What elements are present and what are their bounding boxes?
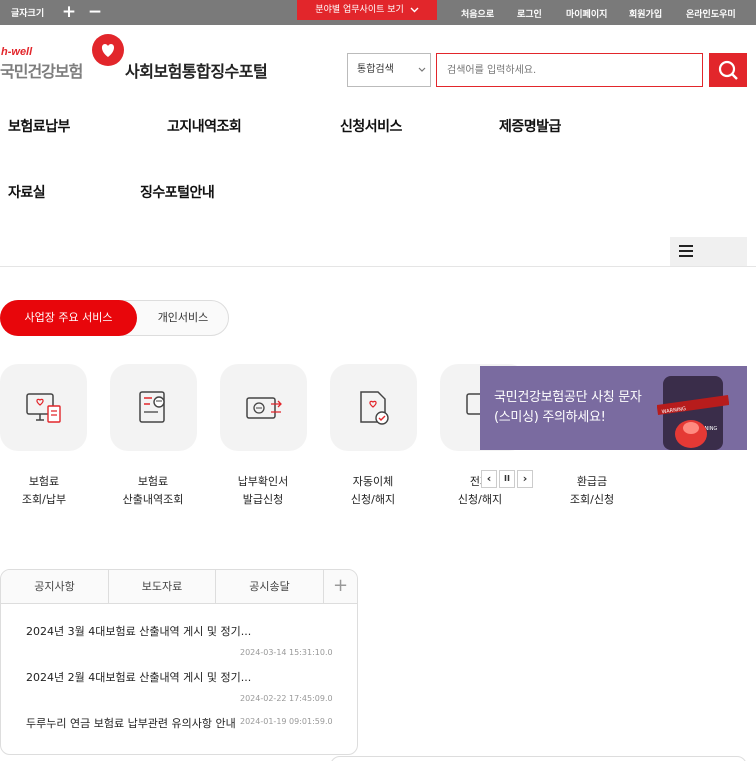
service-card-auto-transfer[interactable] [330, 364, 417, 451]
won-card-icon [246, 397, 282, 419]
tab-press-releases[interactable]: 보도자료 [109, 570, 216, 604]
login-link[interactable]: 로그인 [517, 7, 542, 20]
banner-next-button[interactable]: › [517, 470, 533, 488]
gnb-library[interactable]: 자료실 [8, 182, 46, 202]
monitor-document-icon [26, 393, 61, 423]
service-label-electronic[interactable]: 전자 신청/해지 [400, 473, 560, 509]
notice-tab-bar: 공지사항 보도자료 공시송달 + [1, 570, 357, 604]
secondary-panel [330, 756, 747, 761]
logo-text: 국민건강보험 [0, 62, 83, 81]
service-label-payment-cert[interactable]: 납부확인서 발급신청 [208, 473, 318, 509]
logo-tagline: h-well [1, 46, 33, 58]
service-label-premium-calc[interactable]: 보험료 산출내역조회 [98, 473, 208, 509]
font-size-increase-button[interactable]: + [58, 1, 80, 23]
service-label-premium-lookup[interactable]: 보험료 조회/납부 [0, 473, 99, 509]
document-check-icon [360, 391, 389, 425]
service-card-premium-calc[interactable] [110, 364, 197, 451]
search-icon [718, 60, 738, 80]
signup-link[interactable]: 회원가입 [629, 7, 662, 20]
banner-pause-button[interactable]: II [499, 470, 515, 488]
tab-public-notices[interactable]: 공시송달 [216, 570, 324, 604]
gnb-premium-payment[interactable]: 보험료납부 [8, 116, 70, 136]
chevron-down-icon [410, 7, 419, 12]
notice-item-title[interactable]: 두루누리 연금 보험료 납부관련 유의사항 안내 [26, 715, 236, 731]
notice-item-title[interactable]: 2024년 2월 4대보험료 산출내역 게시 및 정기... [26, 669, 251, 685]
field-sites-label: 분야별 업무사이트 보기 [315, 5, 407, 15]
tab-personal-services[interactable]: 개인서비스 [137, 300, 229, 336]
notice-item-date: 2024-02-22 17:45:09.0 [240, 694, 333, 703]
notice-item-title[interactable]: 2024년 3월 4대보험료 산출내역 게시 및 정기... [26, 623, 251, 639]
tab-notices[interactable]: 공지사항 [1, 570, 109, 604]
header-divider [0, 266, 756, 267]
mypage-link[interactable]: 마이페이지 [566, 7, 607, 20]
service-label-refund[interactable]: 환급금 조회/신청 [537, 473, 647, 509]
nhis-logo[interactable]: h-well 국민건강보험 [0, 34, 125, 81]
heart-icon [92, 34, 124, 66]
all-menu-button[interactable] [670, 237, 747, 266]
notice-board: 공지사항 보도자료 공시송달 + 2024년 3월 4대보험료 산출내역 게시 … [0, 569, 358, 755]
gnb-notice-history[interactable]: 고지내역조회 [167, 116, 242, 136]
tab-business-services[interactable]: 사업장 주요 서비스 [0, 300, 137, 336]
service-card-premium-lookup[interactable] [0, 364, 87, 451]
gnb-application-service[interactable]: 신청서비스 [340, 116, 402, 136]
smishing-warning-banner[interactable]: 국민건강보험공단 사칭 문자 (스미싱) 주의하세요! WARNING RNING [480, 366, 747, 450]
online-help-link[interactable]: 온라인도우미 [686, 7, 736, 20]
chevron-down-icon [418, 67, 426, 72]
notice-item-date: 2024-03-14 15:31:10.0 [240, 648, 333, 657]
banner-text: 국민건강보험공단 사칭 문자 (스미싱) 주의하세요! [494, 390, 642, 425]
home-link[interactable]: 처음으로 [461, 7, 494, 20]
service-card-payment-cert[interactable] [220, 364, 307, 451]
more-icon[interactable]: + [324, 570, 357, 604]
banner-prev-button[interactable]: ‹ [481, 470, 497, 488]
portal-title[interactable]: 사회보험통합징수포털 [125, 58, 268, 82]
notice-item-date: 2024-01-19 09:01:59.0 [240, 717, 333, 726]
receipt-won-icon [139, 391, 165, 423]
utility-bar: 글자크기 + − 분야별 업무사이트 보기 처음으로 로그인 마이페이지 회원가… [0, 0, 756, 25]
font-size-label: 글자크기 [11, 9, 45, 19]
search-category-value: 통합검색 [357, 64, 394, 75]
field-sites-dropdown-button[interactable]: 분야별 업무사이트 보기 [297, 0, 437, 20]
gnb-portal-guide[interactable]: 징수포털안내 [140, 182, 215, 202]
search-input[interactable] [436, 53, 703, 87]
search-button[interactable] [709, 53, 747, 87]
siren-icon: WARNING RNING [657, 376, 729, 450]
search-category-select[interactable]: 통합검색 [347, 53, 431, 87]
font-size-decrease-button[interactable]: − [84, 1, 106, 23]
hamburger-icon [679, 245, 693, 257]
gnb-certificate-issue[interactable]: 제증명발급 [499, 116, 561, 136]
